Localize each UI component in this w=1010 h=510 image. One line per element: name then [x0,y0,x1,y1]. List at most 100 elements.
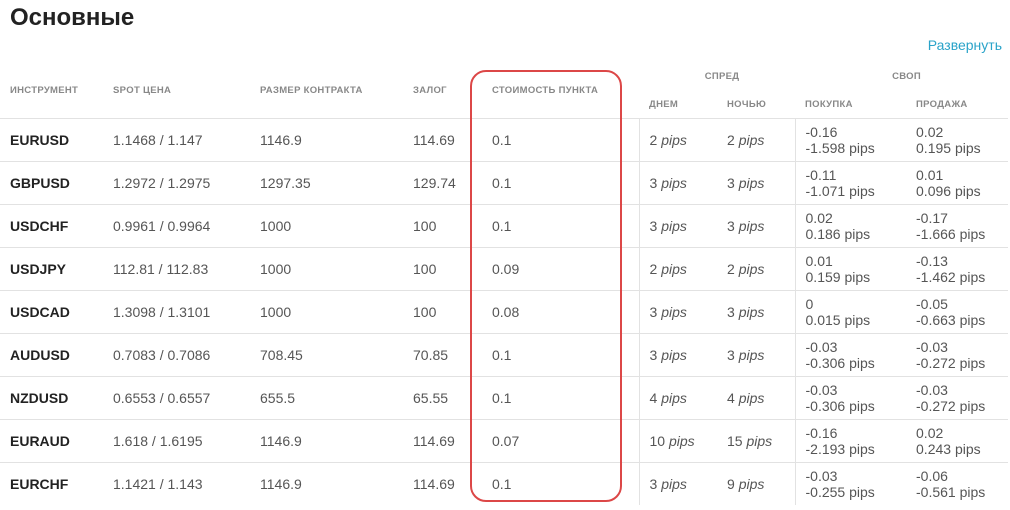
swap-buy-value: -0.16 [805,425,838,441]
expand-link[interactable]: Развернуть [928,37,1002,53]
cell-margin: 129.74 [403,161,482,205]
cell-swap-buy: -0.03 -0.306 pips [794,333,907,377]
cell-swap-buy: 0 0.015 pips [794,290,907,334]
table-row: USDCAD 1.3098 / 1.3101 1000 100 0.08 3 pips 3 … [0,290,1009,334]
spread-day-value: 2 [649,261,658,277]
table-row: GBPUSD 1.2972 / 1.2975 1297.35 129.74 0.1 3 p… [0,161,1009,205]
swap-buy-value: -0.03 [805,382,838,398]
spread-day-value: 2 [649,132,658,148]
cell-symbol: AUDUSD [0,333,103,377]
col-header-spread-day: Днем [649,98,679,110]
swap-sell-pips: -0.272 pips [916,398,986,414]
cell-spread-day: 2 pips [638,118,717,162]
cell-margin: 100 [403,247,482,291]
pips-unit: pips [738,390,765,406]
swap-buy-value: -0.11 [805,167,837,183]
pips-unit: pips [738,304,765,320]
swap-buy-pips: 0.015 pips [805,312,871,328]
col-header-margin: Залог [413,84,447,96]
cell-point-cost: 0.08 [482,290,639,334]
cell-swap-sell: -0.03 -0.272 pips [906,376,1009,420]
cell-symbol: GBPUSD [0,161,103,205]
cell-point-cost: 0.1 [482,462,639,505]
swap-buy-value: -0.03 [805,339,838,355]
cell-contract: 1146.9 [250,419,403,463]
swap-buy-pips: -0.306 pips [805,355,875,371]
swap-sell-value: 0.02 [916,124,944,140]
cell-swap-sell: -0.03 -0.272 pips [906,333,1009,377]
cell-swap-buy: 0.01 0.159 pips [794,247,907,291]
cell-symbol: USDCHF [0,204,103,248]
cell-swap-sell: 0.01 0.096 pips [906,161,1009,205]
cell-spot: 112.81 / 112.83 [103,247,250,291]
cell-point-cost: 0.09 [482,247,639,291]
cell-spread-day: 3 pips [638,333,717,377]
swap-buy-value: -0.03 [805,468,838,484]
spread-day-value: 10 [649,433,666,449]
swap-buy-value: 0.02 [805,210,833,226]
cell-swap-buy: -0.11 -1.071 pips [794,161,907,205]
spread-night-value: 9 [727,476,735,492]
pips-unit: pips [738,476,765,492]
col-group-swap: Своп [892,70,921,82]
cell-swap-sell: 0.02 0.243 pips [906,419,1009,463]
cell-swap-sell: -0.17 -1.666 pips [906,204,1009,248]
swap-sell-value: -0.03 [916,382,948,398]
col-header-point-cost: Стоимость пункта [492,84,599,96]
swap-sell-value: 0.02 [916,425,944,441]
cell-spread-day: 3 pips [638,161,717,205]
cell-contract: 1146.9 [250,462,403,505]
cell-point-cost: 0.1 [482,376,639,420]
pips-unit: pips [661,175,687,191]
spread-day-value: 3 [649,347,658,363]
cell-symbol: USDJPY [0,247,103,291]
spread-night-value: 3 [727,175,735,191]
cell-symbol: EURCHF [0,462,103,505]
cell-swap-buy: -0.03 -0.306 pips [794,376,907,420]
cell-point-cost: 0.1 [482,118,639,162]
cell-swap-sell: -0.06 -0.561 pips [906,462,1009,505]
pips-unit: pips [746,433,773,449]
spread-night-value: 2 [727,261,735,277]
cell-point-cost: 0.1 [482,161,639,205]
pips-unit: pips [661,476,687,492]
swap-sell-pips: 0.243 pips [916,441,981,457]
cell-spread-day: 4 pips [638,376,717,420]
spread-day-value: 3 [649,218,658,234]
cell-symbol: USDCAD [0,290,103,334]
table-row: EURUSD 1.1468 / 1.147 1146.9 114.69 0.1 2 pip… [0,118,1009,162]
swap-buy-pips: 0.159 pips [805,269,871,285]
pips-unit: pips [661,347,687,363]
col-group-spread: Спред [704,70,740,82]
swap-buy-pips: -0.306 pips [805,398,875,414]
cell-symbol: EURUSD [0,118,103,162]
swap-sell-value: -0.13 [916,253,948,269]
cell-spot: 0.6553 / 0.6557 [103,376,250,420]
cell-spread-night: 3 pips [717,290,796,334]
col-header-contract: Размер контракта [260,84,363,96]
col-header-spot: Spot цена [113,84,172,96]
cell-contract: 1146.9 [250,118,403,162]
swap-sell-pips: -0.561 pips [916,484,986,500]
swap-sell-value: -0.03 [916,339,948,355]
cell-spread-day: 3 pips [638,462,717,505]
cell-swap-buy: -0.16 -2.193 pips [794,419,907,463]
pips-unit: pips [661,261,687,277]
cell-symbol: NZDUSD [0,376,103,420]
col-header-instrument: Инструмент [10,84,79,96]
cell-spot: 1.1468 / 1.147 [103,118,250,162]
spread-day-value: 3 [649,175,658,191]
cell-spread-night: 2 pips [717,247,796,291]
cell-margin: 100 [403,290,482,334]
cell-swap-buy: 0.02 0.186 pips [794,204,907,248]
spread-night-value: 3 [727,218,735,234]
cell-swap-sell: -0.05 -0.663 pips [906,290,1009,334]
cell-spread-day: 3 pips [638,290,717,334]
col-header-swap-buy: Покупка [805,98,853,110]
swap-sell-value: -0.06 [916,468,948,484]
cell-spot: 1.3098 / 1.3101 [103,290,250,334]
pips-unit: pips [738,175,765,191]
cell-spot: 1.618 / 1.6195 [103,419,250,463]
cell-contract: 1000 [250,290,403,334]
cell-contract: 1297.35 [250,161,403,205]
